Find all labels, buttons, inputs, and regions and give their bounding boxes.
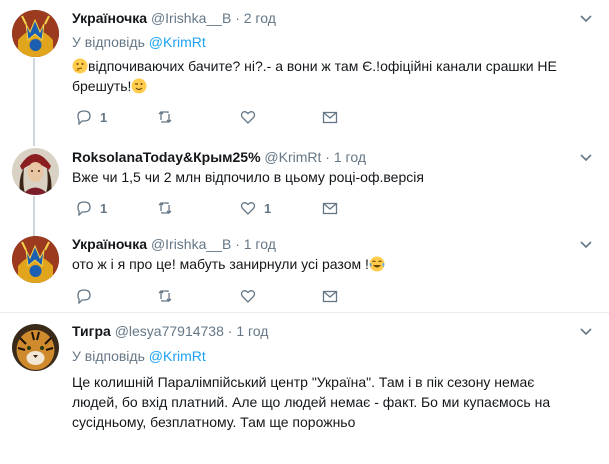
timestamp[interactable]: 2 год <box>244 10 276 26</box>
trident-crest-icon <box>12 236 59 283</box>
reply-prefix: У відповідь <box>72 348 145 364</box>
separator-dot: · <box>227 323 233 339</box>
tweet-text-line-1: ото ж і я про це! мабуть занирнули усі р… <box>72 256 369 272</box>
tweet-text: Вже чи 1,5 чи 2 млн відпочило в цьому ро… <box>72 167 572 187</box>
tweet-text: ото ж і я про це! мабуть занирнули усі р… <box>72 254 572 274</box>
tweet-header: Україночка @Irishka__B · 1 год <box>72 236 276 252</box>
like-count: 1 <box>264 200 272 216</box>
trident-crest-icon <box>12 10 59 57</box>
author-name[interactable]: Тигра <box>72 323 111 339</box>
avatar[interactable] <box>12 10 59 57</box>
author-name[interactable]: Україночка <box>72 236 147 252</box>
envelope-icon <box>322 111 338 124</box>
thread-line <box>33 58 35 140</box>
tweet-2[interactable]: RoksolanaToday&Крым25% @KrimRt · 1 год В… <box>0 140 609 231</box>
heart-icon <box>240 111 256 124</box>
tweet-header: RoksolanaToday&Крым25% @KrimRt · 1 год <box>72 149 366 165</box>
author-name[interactable]: Україночка <box>72 10 147 26</box>
envelope-icon <box>322 290 338 303</box>
timestamp[interactable]: 1 год <box>236 323 268 339</box>
tweet-text: відпочиваючих бачите? ні?.- а вони ж там… <box>72 56 572 96</box>
like-button[interactable] <box>240 108 264 126</box>
retweet-button[interactable] <box>157 108 181 126</box>
timestamp[interactable]: 1 год <box>244 236 276 252</box>
retweet-button[interactable] <box>157 199 181 217</box>
envelope-icon <box>322 202 338 215</box>
tears-of-joy-icon <box>369 256 385 272</box>
reply-button[interactable] <box>76 287 100 305</box>
chevron-down-icon[interactable] <box>579 238 593 252</box>
tweet-1[interactable]: Україночка @Irishka__B · 2 год У відпові… <box>0 0 609 141</box>
retweet-icon <box>158 111 172 123</box>
separator-dot: · <box>325 149 330 165</box>
tweet-text-line-2: брешуть! <box>72 78 132 94</box>
tweet-text: Це колишній Паралімпійський центр "Украї… <box>72 372 592 432</box>
avatar[interactable] <box>12 148 59 195</box>
separator-dot: · <box>235 10 240 26</box>
author-name[interactable]: RoksolanaToday&Крым25% <box>72 149 261 165</box>
tweet-actions: 1 1 <box>72 199 372 219</box>
reply-prefix: У відповідь <box>72 34 145 50</box>
reply-icon <box>77 201 91 216</box>
thread-line <box>33 140 35 146</box>
retweet-icon <box>158 290 172 302</box>
dm-button[interactable] <box>322 199 338 217</box>
like-button[interactable] <box>240 287 264 305</box>
tweet-text-line-3: сусідньому, безплатному. Там ще порожньо <box>72 414 356 430</box>
tweet-text-line-1: Вже чи 1,5 чи 2 млн відпочило в цьому ро… <box>72 169 424 185</box>
winking-face-icon <box>131 78 147 94</box>
tweet-actions: 1 <box>72 108 372 128</box>
timestamp[interactable]: 1 год <box>334 149 366 165</box>
tweet-4[interactable]: Тигра @lesya77914738 · 1 год У відповідь… <box>0 313 609 464</box>
chevron-down-icon[interactable] <box>579 151 593 165</box>
reply-icon <box>77 289 91 304</box>
tiger-face-icon <box>12 324 59 371</box>
author-handle[interactable]: @Irishka__B <box>151 10 231 26</box>
reply-to-link[interactable]: @KrimRt <box>149 34 206 50</box>
retweet-button[interactable] <box>157 287 181 305</box>
reply-to-link[interactable]: @KrimRt <box>149 348 206 364</box>
tweet-text-line-1: відпочиваючих бачите? ні?.- а вони ж там… <box>88 58 557 74</box>
thinking-face-icon <box>72 58 88 74</box>
tweet-header: Україночка @Irishka__B · 2 год <box>72 10 276 26</box>
heart-icon <box>240 290 256 303</box>
tweet-header: Тигра @lesya77914738 · 1 год <box>72 323 268 339</box>
author-handle[interactable]: @Irishka__B <box>151 236 231 252</box>
reply-button[interactable]: 1 <box>76 108 107 126</box>
tweet-text-line-1: Це колишній Паралімпійський центр "Украї… <box>72 374 535 390</box>
reply-count: 1 <box>100 200 108 216</box>
tweet-text-line-2: людей, бо вхід платний. Але що людей нем… <box>72 394 551 410</box>
reply-context: У відповідь @KrimRt <box>72 348 206 364</box>
reply-context: У відповідь @KrimRt <box>72 34 206 50</box>
chevron-down-icon[interactable] <box>579 325 593 339</box>
reply-button[interactable]: 1 <box>76 199 107 217</box>
avatar[interactable] <box>12 236 59 283</box>
tweet-actions <box>72 287 372 307</box>
like-button[interactable]: 1 <box>240 199 271 217</box>
chevron-down-icon[interactable] <box>579 12 593 26</box>
dm-button[interactable] <box>322 108 338 126</box>
portrait-headdress-icon <box>12 148 59 195</box>
reply-icon <box>77 110 91 125</box>
avatar[interactable] <box>12 324 59 371</box>
dm-button[interactable] <box>322 287 338 305</box>
separator-dot: · <box>235 236 240 252</box>
thread-line <box>33 196 35 230</box>
heart-icon <box>240 202 256 215</box>
author-handle[interactable]: @KrimRt <box>264 149 321 165</box>
retweet-icon <box>158 202 172 214</box>
author-handle[interactable]: @lesya77914738 <box>115 323 224 339</box>
tweet-3[interactable]: Україночка @Irishka__B · 1 год ото ж і я… <box>0 230 609 313</box>
reply-count: 1 <box>100 109 108 125</box>
